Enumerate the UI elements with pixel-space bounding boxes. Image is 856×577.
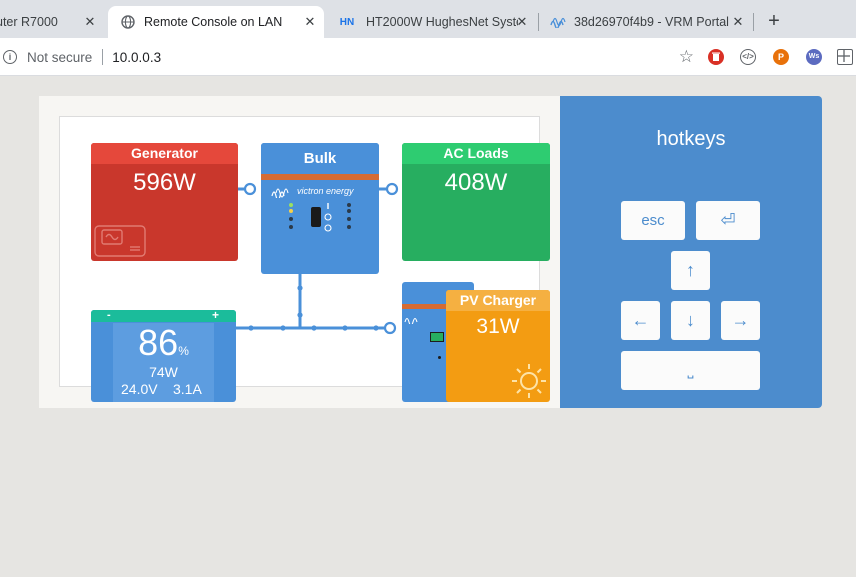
code-extension-icon[interactable]: </> <box>740 49 756 65</box>
inverter-front-icon <box>285 201 355 242</box>
tab-title: 38d26970f4b9 - VRM Portal <box>574 15 729 29</box>
tab-strip: uter R7000 ✕ Remote Console on LAN ✕ HN … <box>0 0 856 38</box>
close-icon[interactable]: ✕ <box>302 14 318 30</box>
sun-icon <box>510 362 548 402</box>
inverter-state: Bulk <box>261 143 379 169</box>
window-extension-icon[interactable] <box>837 49 853 65</box>
omnibox-separator <box>102 49 104 65</box>
console-overview-area: Generator 596W Bulk victron energy AC Lo… <box>39 96 560 408</box>
generator-icon <box>94 225 146 261</box>
p-extension-icon[interactable]: P <box>773 49 789 65</box>
pv-device-display <box>430 332 444 342</box>
tab-title: Remote Console on LAN <box>144 15 283 29</box>
generator-tile[interactable]: Generator 596W <box>91 143 238 261</box>
inverter-stripe <box>261 174 379 180</box>
tab-title: uter R7000 <box>0 15 58 29</box>
tab-separator <box>753 13 754 31</box>
battery-plus-terminal: + <box>212 310 220 322</box>
ac-loads-tile[interactable]: AC Loads 408W <box>402 143 550 261</box>
generator-title: Generator <box>91 143 238 164</box>
enter-key-button[interactable]: ⏎ <box>696 201 760 240</box>
pv-charger-title: PV Charger <box>446 290 550 311</box>
close-icon[interactable]: ✕ <box>730 14 746 30</box>
new-tab-button[interactable]: + <box>764 11 784 31</box>
ac-loads-title: AC Loads <box>402 143 550 164</box>
hotkeys-panel: hotkeys esc ⏎ ↑ ← ↓ → ⎵ <box>560 96 822 408</box>
ws-extension-icon[interactable]: Ws <box>806 49 822 65</box>
close-icon[interactable]: ✕ <box>82 14 98 30</box>
close-icon[interactable]: ✕ <box>514 14 530 30</box>
battery-soc: 86% <box>91 322 236 364</box>
battery-soc-unit: % <box>178 344 189 358</box>
overview-panel: Generator 596W Bulk victron energy AC Lo… <box>59 116 550 402</box>
tab-hughesnet[interactable]: HN HT2000W HughesNet System ✕ <box>326 6 536 38</box>
battery-voltage: 24.0V <box>121 381 158 397</box>
inverter-brand: victron energy <box>297 186 354 196</box>
tab-separator <box>538 13 539 31</box>
esc-key-button[interactable]: esc <box>621 201 685 240</box>
battery-power: 74W <box>149 364 178 380</box>
security-label[interactable]: Not secure <box>27 50 92 65</box>
down-key-button[interactable]: ↓ <box>671 301 710 340</box>
hotkeys-title: hotkeys <box>656 128 726 150</box>
address-bar[interactable]: i Not secure 10.0.0.3 ☆ <box>0 44 694 70</box>
tab-title: HT2000W HughesNet System <box>366 15 518 29</box>
tab-remote-console[interactable]: Remote Console on LAN ✕ <box>108 6 324 38</box>
globe-icon <box>120 14 136 30</box>
trash-extension-icon[interactable] <box>708 49 724 65</box>
battery-current: 3.1A <box>173 381 202 397</box>
inverter-tile[interactable]: Bulk victron energy <box>261 143 379 274</box>
url-text[interactable]: 10.0.0.3 <box>112 50 161 65</box>
generator-power: 596W <box>133 169 196 196</box>
right-key-button[interactable]: → <box>721 301 760 340</box>
tab-router[interactable]: uter R7000 ✕ <box>0 6 104 38</box>
victron-wave-icon <box>550 14 566 30</box>
bookmark-star-icon[interactable]: ☆ <box>679 48 694 66</box>
pv-charger-power: 31W <box>476 315 520 338</box>
battery-tile[interactable]: - + 86% 74W 24.0V 3.1A <box>91 310 236 402</box>
left-key-button[interactable]: ← <box>621 301 660 340</box>
battery-soc-value: 86 <box>138 322 179 363</box>
victron-logo-icon <box>404 311 422 329</box>
pv-charger-tile[interactable]: PV Charger 31W <box>446 290 550 402</box>
up-key-button[interactable]: ↑ <box>671 251 710 290</box>
ac-loads-power: 408W <box>444 169 508 196</box>
hughesnet-favicon: HN <box>339 16 355 28</box>
pv-device-led <box>438 356 441 359</box>
space-key-button[interactable]: ⎵ <box>621 351 760 390</box>
info-icon[interactable]: i <box>3 50 17 64</box>
battery-minus-terminal: - <box>107 310 111 321</box>
tab-vrm-portal[interactable]: 38d26970f4b9 - VRM Portal ✕ <box>540 6 752 38</box>
browser-toolbar: i Not secure 10.0.0.3 ☆ </> P Ws <box>0 38 856 76</box>
remote-console: Generator 596W Bulk victron energy AC Lo… <box>39 96 822 408</box>
